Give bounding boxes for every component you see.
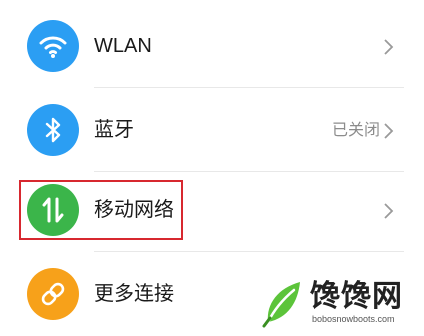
chevron-right-icon bbox=[384, 123, 394, 139]
settings-item-wlan[interactable]: WLAN bbox=[0, 4, 424, 88]
bluetooth-icon bbox=[27, 104, 79, 156]
watermark: 馋馋网 bobosnowboots.com bbox=[260, 278, 420, 328]
wlan-label: WLAN bbox=[94, 35, 152, 57]
wifi-icon bbox=[27, 20, 79, 72]
more-connections-label: 更多连接 bbox=[94, 283, 174, 305]
chevron-right-icon bbox=[384, 203, 394, 219]
settings-list: WLAN 蓝牙 已关闭 移动网络 更多连接 馋馋网 bobosnowboots.… bbox=[0, 0, 424, 334]
watermark-url: bobosnowboots.com bbox=[312, 314, 395, 324]
bluetooth-label: 蓝牙 bbox=[94, 119, 134, 141]
highlight-box bbox=[19, 180, 183, 240]
settings-item-bluetooth[interactable]: 蓝牙 已关闭 bbox=[0, 88, 424, 172]
link-icon bbox=[27, 268, 79, 320]
chevron-right-icon bbox=[384, 39, 394, 55]
bluetooth-status: 已关闭 bbox=[331, 122, 380, 139]
leaf-logo-icon bbox=[262, 282, 300, 328]
watermark-brand: 馋馋网 bbox=[310, 280, 403, 313]
